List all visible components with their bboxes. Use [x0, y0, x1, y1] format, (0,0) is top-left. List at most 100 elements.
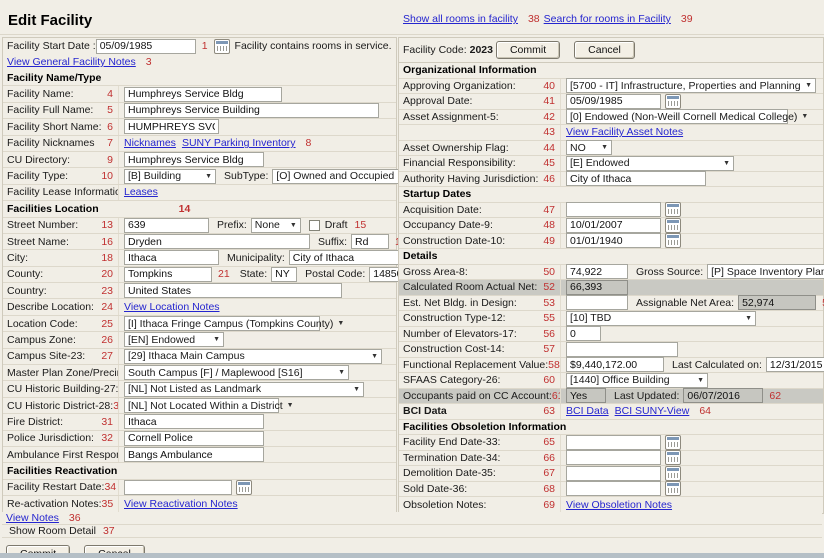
annotation-number: 69	[543, 498, 555, 511]
approval-date-input[interactable]	[566, 93, 661, 109]
facility-start-date-label: Facility Start Date :	[7, 40, 96, 52]
selected-value: South Campus [F] / Maplewood [S16]	[128, 366, 303, 379]
form-row: Street Name:16Suffix:17	[3, 233, 407, 251]
facility-start-date-input[interactable]	[95, 38, 196, 54]
last-calculated-on-input[interactable]	[765, 357, 824, 373]
authority-having-jurisdiction-input[interactable]	[566, 171, 706, 187]
bci-suny-view-link[interactable]: BCI SUNY-View	[615, 405, 690, 417]
sold-date-input[interactable]	[566, 481, 661, 497]
occupancy-date-input[interactable]	[566, 217, 661, 233]
state-input[interactable]	[271, 266, 298, 282]
gross-source-select[interactable]: [P] Space Inventory Plans51▼	[707, 264, 824, 280]
suny-parking-inventory-link[interactable]: SUNY Parking Inventory	[182, 137, 296, 149]
campus-zone-select[interactable]: [EN] Endowed ▼	[124, 332, 224, 348]
facility-end-date-input[interactable]	[566, 434, 661, 450]
field-label: BCI Data	[403, 405, 447, 418]
view-obsoletion-notes-link[interactable]: View Obsoletion Notes	[566, 499, 672, 511]
form-row: Show all rooms in facility 38 Search for r…	[399, 13, 697, 25]
cancel-button-top[interactable]: Cancel	[574, 41, 635, 59]
acquisition-date-input[interactable]	[566, 202, 661, 218]
facility-name-input[interactable]	[124, 86, 282, 102]
ambulance-first-response-input[interactable]	[124, 447, 264, 463]
campus-site-select[interactable]: [29] Ithaca Main Campus ▼	[124, 348, 382, 364]
county-input[interactable]	[124, 266, 212, 282]
functional-replacement-value-input[interactable]	[566, 357, 664, 373]
suffix-input[interactable]	[351, 234, 389, 250]
section-title: Details	[403, 250, 438, 263]
construction-type-select[interactable]: [10] TBD ▼	[566, 310, 756, 326]
termination-date-input[interactable]	[566, 450, 661, 466]
field-label: Municipality:	[227, 251, 285, 264]
street-name-input[interactable]	[124, 234, 310, 250]
form-row: SFAAS Category-26: 60 [1440] Office Buildi…	[399, 372, 823, 389]
facility-restart-date-input[interactable]	[124, 479, 232, 495]
draft-label: Draft	[324, 219, 348, 232]
fire-district-input[interactable]	[124, 414, 264, 430]
facility-start-date-calendar-button[interactable]	[213, 38, 230, 54]
approval-date-calendar-button[interactable]	[665, 93, 681, 109]
annotation-number: 4	[107, 88, 113, 101]
form-row: Occupants paid on CC Account:61 Yes Last U…	[399, 388, 823, 404]
construction-date-calendar-button[interactable]	[665, 233, 681, 249]
field-label: Est. Net Bldg. in Design:	[403, 296, 517, 309]
leases-link[interactable]: Leases	[124, 186, 158, 198]
search-rooms-link[interactable]: Search for rooms in Facility	[544, 13, 671, 25]
construction-cost-input[interactable]	[566, 341, 678, 357]
master-plan-zone-select[interactable]: South Campus [F] / Maplewood [S16] ▼	[124, 365, 349, 381]
form-row: Street Number: 13 Prefix: None ▼ Draft 15	[3, 217, 396, 234]
demolition-date-calendar-button[interactable]	[665, 465, 681, 481]
form-row: Campus Zone: 26 [EN] Endowed ▼	[3, 332, 396, 349]
number-of-elevators-input[interactable]	[566, 326, 601, 342]
facility-restart-date-calendar-button[interactable]	[236, 479, 252, 495]
form-row: Asset Ownership Flag: 44 NO ▼	[399, 140, 823, 156]
bci-data-link[interactable]: BCI Data	[566, 405, 609, 417]
form-row: CU Historic Building-27:29 [NL] Not Liste…	[3, 381, 396, 398]
cu-historic-district-select[interactable]: [NL] Not Located Within a District ▼	[124, 398, 294, 413]
view-facility-asset-notes-link[interactable]: View Facility Asset Notes	[566, 126, 683, 138]
construction-date-input[interactable]	[566, 233, 661, 249]
prefix-select[interactable]: None ▼	[250, 217, 301, 233]
asset-ownership-flag-select[interactable]: NO ▼	[566, 140, 612, 156]
show-all-rooms-link[interactable]: Show all rooms in facility	[403, 13, 518, 25]
est-net-bldg-in-design-input[interactable]	[566, 295, 628, 311]
financial-responsibility-select[interactable]: [E] Endowed ▼	[566, 155, 734, 171]
police-jurisdiction-input[interactable]	[124, 430, 264, 446]
country-input[interactable]	[124, 283, 342, 299]
form-row: CU Historic District-28:30 [NL] Not Locat…	[3, 397, 396, 415]
selected-value: [NL] Not Located Within a District	[128, 399, 283, 412]
occupancy-date-calendar-button[interactable]	[665, 217, 681, 233]
annotation-number: 1	[201, 40, 208, 52]
facility-full-name-input[interactable]	[124, 102, 379, 118]
termination-date-calendar-button[interactable]	[665, 450, 681, 466]
facility-short-name-input[interactable]	[124, 119, 219, 135]
approving-organization-select[interactable]: [5700 - IT] Infrastructure, Properties a…	[566, 78, 816, 94]
section-header-row: Facilities Reactivation	[3, 463, 396, 480]
asset-assignment-select[interactable]: [0] Endowed (Non-Weill Cornell Medical C…	[566, 109, 808, 125]
view-general-facility-notes-link[interactable]: View General Facility Notes	[7, 56, 136, 68]
view-notes-link[interactable]: View Notes	[6, 512, 59, 524]
street-number-input[interactable]	[124, 217, 209, 233]
city-input[interactable]	[124, 250, 219, 266]
field-label: CU Directory:	[7, 153, 71, 166]
annotation-number: 15	[354, 219, 367, 232]
cu-directory-input[interactable]	[124, 152, 264, 168]
facility-code-value: 2023	[469, 44, 493, 56]
commit-button-top[interactable]: Commit	[495, 41, 561, 59]
gross-area-input[interactable]	[566, 264, 628, 280]
chevron-down-icon: ▼	[601, 144, 608, 152]
view-location-notes-link[interactable]: View Location Notes	[124, 301, 220, 313]
facility-end-date-calendar-button[interactable]	[665, 434, 681, 450]
demolition-date-input[interactable]	[566, 465, 661, 481]
facility-type-select[interactable]: [B] Building ▼	[124, 168, 216, 184]
field-label: Asset Assignment-5:	[403, 110, 499, 123]
view-reactivation-notes-link[interactable]: View Reactivation Notes	[124, 498, 238, 510]
nicknames-link[interactable]: Nicknames	[124, 137, 176, 149]
sfaas-category-select[interactable]: [1440] Office Building ▼	[566, 372, 708, 388]
facility-code-box: Facility Code: 2023 Commit Cancel	[398, 37, 824, 63]
cu-historic-building-select[interactable]: [NL] Not Listed as Landmark ▼	[124, 381, 364, 397]
location-code-select[interactable]: [I] Ithaca Fringe Campus (Tompkins Count…	[124, 316, 344, 332]
draft-checkbox[interactable]	[308, 219, 320, 231]
subtype-select[interactable]: [O] Owned and Occupied▼	[272, 168, 405, 184]
acquisition-date-calendar-button[interactable]	[665, 202, 681, 218]
sold-date-calendar-button[interactable]	[665, 481, 681, 497]
